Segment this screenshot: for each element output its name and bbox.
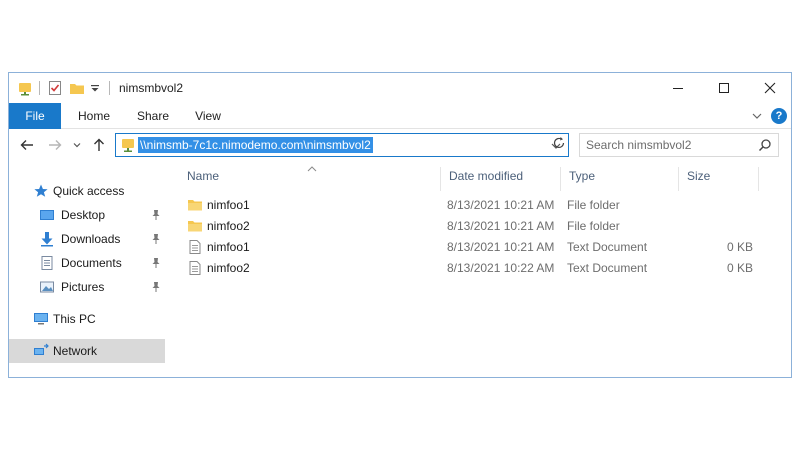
sidebar-item-documents[interactable]: Documents: [9, 251, 165, 275]
refresh-button[interactable]: [551, 135, 567, 151]
address-text[interactable]: \\nimsmb-7c1c.nimodemo.com\nimsmbvol2: [138, 137, 373, 153]
sidebar-item-label: Network: [53, 344, 98, 358]
sidebar-item-desktop[interactable]: Desktop: [9, 203, 165, 227]
sidebar-item-label: Pictures: [61, 280, 105, 294]
table-row[interactable]: nimfoo1 8/13/2021 10:21 AM File folder: [179, 194, 779, 215]
file-size: 0 KB: [726, 240, 753, 254]
toolbar-separator: [109, 81, 110, 95]
tab-file[interactable]: File: [9, 103, 61, 129]
navigation-pane: Quick access Desktop Downloads Documents…: [9, 161, 165, 377]
pictures-icon: [39, 279, 55, 295]
back-button[interactable]: [19, 137, 35, 153]
column-header-date-modified[interactable]: Date modified: [441, 167, 561, 191]
file-date: 8/13/2021 10:21 AM: [447, 240, 555, 254]
refresh-icon: [553, 137, 565, 149]
customize-dropdown-icon[interactable]: [89, 80, 101, 96]
explorer-window: nimsmbvol2 File Home Share View ? \\nims…: [8, 72, 792, 378]
forward-button[interactable]: [47, 137, 63, 153]
sidebar-item-quick-access[interactable]: Quick access: [9, 179, 165, 203]
column-header-type[interactable]: Type: [561, 167, 679, 191]
column-header-name[interactable]: Name: [179, 167, 441, 191]
title-bar: nimsmbvol2: [9, 73, 791, 103]
pin-icon[interactable]: [151, 281, 161, 296]
up-button[interactable]: [91, 137, 107, 153]
sidebar-item-network[interactable]: Network: [9, 339, 165, 363]
table-row[interactable]: nimfoo2 8/13/2021 10:21 AM File folder: [179, 215, 779, 236]
sidebar-item-label: Quick access: [53, 184, 125, 198]
search-icon[interactable]: [758, 138, 772, 155]
chevron-down-icon: [73, 143, 81, 148]
window-title: nimsmbvol2: [119, 81, 184, 95]
expand-ribbon-button[interactable]: [749, 108, 765, 124]
folder-icon: [187, 197, 203, 216]
computer-icon: [33, 311, 49, 327]
star-icon: [33, 183, 49, 199]
folder-icon: [187, 218, 203, 237]
sidebar-item-label: Documents: [61, 256, 122, 270]
sidebar-item-label: Desktop: [61, 208, 106, 222]
maximize-icon: [719, 83, 729, 93]
file-size: 0 KB: [726, 261, 753, 275]
file-type: Text Document: [567, 240, 648, 254]
tab-share[interactable]: Share: [127, 103, 179, 129]
download-icon: [39, 231, 55, 247]
table-row[interactable]: nimfoo1 8/13/2021 10:21 AM Text Document…: [179, 236, 779, 257]
sidebar-item-downloads[interactable]: Downloads: [9, 227, 165, 251]
file-type: File folder: [567, 219, 620, 233]
file-date: 8/13/2021 10:21 AM: [447, 198, 555, 212]
file-list: Name Date modified Type Size nimfoo1 8/1…: [179, 161, 791, 377]
file-name: nimfoo1: [207, 198, 250, 212]
address-bar[interactable]: \\nimsmb-7c1c.nimodemo.com\nimsmbvol2: [115, 133, 569, 157]
chevron-down-icon: [752, 113, 762, 119]
file-date: 8/13/2021 10:22 AM: [447, 261, 555, 275]
pin-icon[interactable]: [151, 209, 161, 224]
sidebar-item-label: This PC: [53, 312, 96, 326]
new-folder-icon[interactable]: [69, 80, 85, 96]
file-name: nimfoo2: [207, 261, 250, 275]
sidebar-item-pictures[interactable]: Pictures: [9, 275, 165, 299]
close-button[interactable]: [747, 73, 791, 103]
pin-icon[interactable]: [151, 257, 161, 272]
arrow-right-icon: [49, 140, 62, 150]
network-icon: [33, 343, 49, 359]
file-name: nimfoo2: [207, 219, 250, 233]
tab-view[interactable]: View: [183, 103, 233, 129]
ribbon-tabs: File Home Share View ?: [9, 103, 791, 129]
toolbar-separator: [39, 81, 40, 95]
desktop-icon: [39, 207, 55, 223]
search-input[interactable]: [586, 137, 746, 153]
file-type: Text Document: [567, 261, 648, 275]
navigation-bar: \\nimsmb-7c1c.nimodemo.com\nimsmbvol2: [9, 129, 791, 161]
table-row[interactable]: nimfoo2 8/13/2021 10:22 AM Text Document…: [179, 257, 779, 278]
tab-home[interactable]: Home: [65, 103, 123, 129]
recent-locations-button[interactable]: [69, 137, 85, 153]
column-header-size[interactable]: Size: [679, 167, 759, 191]
sidebar-item-label: Downloads: [61, 232, 121, 246]
pin-icon[interactable]: [151, 233, 161, 248]
sidebar-item-this-pc[interactable]: This PC: [9, 307, 165, 331]
search-box[interactable]: [579, 133, 779, 157]
file-name: nimfoo1: [207, 240, 250, 254]
text-document-icon: [187, 239, 203, 258]
close-icon: [764, 82, 776, 94]
minimize-button[interactable]: [655, 73, 701, 103]
file-type: File folder: [567, 198, 620, 212]
help-button[interactable]: ?: [771, 108, 787, 124]
documents-icon: [39, 255, 55, 271]
arrow-left-icon: [20, 140, 33, 150]
minimize-icon: [673, 88, 683, 89]
maximize-button[interactable]: [701, 73, 747, 103]
text-document-icon: [187, 260, 203, 279]
properties-icon[interactable]: [47, 80, 63, 96]
file-date: 8/13/2021 10:21 AM: [447, 219, 555, 233]
folder-network-icon[interactable]: [17, 80, 33, 96]
arrow-up-icon: [94, 138, 104, 151]
folder-network-icon: [120, 137, 136, 156]
